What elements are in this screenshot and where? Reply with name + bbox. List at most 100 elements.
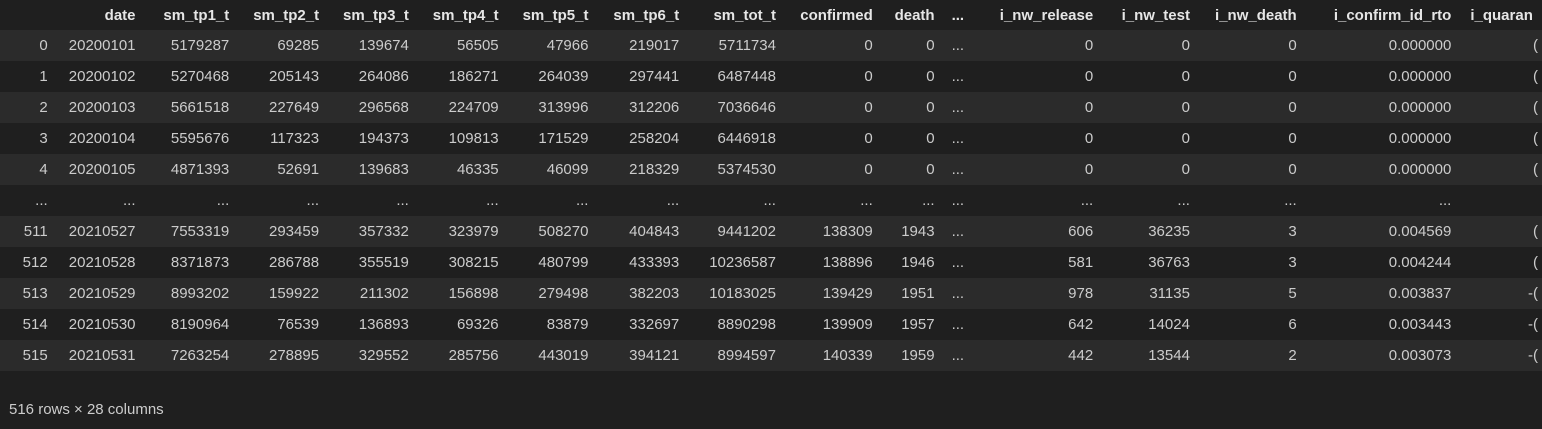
table-cell: 480799 (538, 254, 589, 271)
table-cell: 0 (1181, 130, 1190, 147)
table-row: 515 20210531 7263254 278895 329552 285756 4430… (0, 340, 1542, 371)
table-cell: 139683 (358, 161, 409, 178)
table-cell: 0.004244 (1388, 254, 1452, 271)
table-cell: 0 (864, 99, 873, 116)
table-cell: 138309 (822, 223, 873, 240)
table-row: 1 20200102 5270468 205143 264086 186271 264039… (0, 61, 1542, 92)
table-cell: ... (951, 223, 965, 240)
table-cell: ( (1533, 130, 1538, 147)
table-cell: 3 (1288, 254, 1297, 271)
table-cell: ... (396, 192, 409, 209)
table-cell: 0 (1288, 130, 1297, 147)
table-cell: ... (951, 285, 965, 302)
table-cell: 5661518 (170, 99, 230, 116)
table-cell: 46099 (546, 161, 589, 178)
table-cell: 31135 (1149, 285, 1190, 302)
table-cell: 0 (1084, 130, 1094, 147)
table-cell: 5179287 (170, 37, 230, 54)
table-cell: ... (951, 254, 965, 271)
table-cell: 5374530 (717, 161, 776, 178)
table-row: 3 20200104 5595676 117323 194373 109813 171529… (0, 123, 1542, 154)
table-cell: 0.000000 (1388, 161, 1452, 178)
table-cell: 394121 (629, 347, 680, 364)
row-index: 2 (39, 99, 48, 116)
table-cell: 0 (926, 130, 935, 147)
table-cell: 382203 (629, 285, 680, 302)
column-header: i_nw_release (999, 6, 1094, 24)
table-cell: 1957 (901, 316, 935, 333)
table-cell: ( (1533, 37, 1538, 54)
table-cell: ... (951, 99, 965, 116)
table-cell: ( (1533, 254, 1538, 271)
table-cell: 264039 (538, 68, 589, 85)
table-cell: ... (216, 192, 230, 209)
table-cell: 69326 (456, 316, 499, 333)
table-cell: 8993202 (170, 285, 230, 302)
table-cell: 171529 (538, 130, 589, 147)
table-cell: 109813 (448, 130, 499, 147)
table-cell: ... (306, 192, 320, 209)
table-cell: 136893 (358, 316, 409, 333)
table-cell: 69285 (277, 37, 320, 54)
table-cell: -( (1528, 316, 1538, 333)
table-cell: 293459 (269, 223, 320, 240)
column-header: i_quaran (1470, 6, 1533, 24)
column-header: date (104, 6, 136, 24)
row-index: 4 (39, 161, 48, 178)
table-cell: 0.004569 (1388, 223, 1452, 240)
table-cell: 8994597 (717, 347, 776, 364)
table-cell: 20210527 (68, 223, 136, 240)
table-cell: 5 (1288, 285, 1297, 302)
table-cell: 0.000000 (1388, 99, 1452, 116)
table-cell: 5595676 (170, 130, 230, 147)
table-cell: 6487448 (717, 68, 776, 85)
table-cell: 0 (926, 37, 935, 54)
row-index: 3 (39, 130, 48, 147)
table-cell: 0 (926, 68, 935, 85)
table-cell: 205143 (269, 68, 320, 85)
table-cell: ... (666, 192, 680, 209)
column-header: sm_tp5_t (522, 6, 589, 24)
table-cell: 52691 (277, 161, 320, 178)
table-cell: 47966 (546, 37, 589, 54)
table-cell: ... (575, 192, 589, 209)
table-cell: 642 (1068, 316, 1094, 333)
table-cell: 5711734 (718, 37, 776, 54)
row-index: 514 (22, 316, 48, 333)
table-cell: 20200105 (68, 161, 136, 178)
column-header: sm_tp3_t (343, 6, 409, 24)
table-cell: 0 (926, 99, 935, 116)
table-cell: ... (951, 68, 965, 85)
table-cell: ... (951, 37, 965, 54)
table-row: 511 20210527 7553319 293459 357332 323979 5082… (0, 216, 1542, 247)
table-cell: 0 (1288, 161, 1297, 178)
table-cell: 0.000000 (1388, 130, 1452, 147)
table-cell: ... (951, 161, 965, 178)
table-cell: 20210531 (68, 347, 136, 364)
row-index: 515 (22, 347, 48, 364)
table-cell: 508270 (538, 223, 589, 240)
column-header: i_confirm_id_rto (1333, 6, 1452, 24)
row-index: 0 (39, 37, 48, 54)
column-header: sm_tp6_t (613, 6, 680, 24)
table-cell: 0.000000 (1388, 68, 1452, 85)
table-cell: ... (1177, 192, 1190, 209)
table-row: 2 20200103 5661518 227649 296568 224709 313996… (0, 92, 1542, 123)
table-cell: ( (1533, 223, 1538, 240)
table-cell: 20210528 (68, 254, 136, 271)
column-header: death (894, 6, 935, 24)
table-cell: 36763 (1148, 254, 1190, 271)
table-cell: 443019 (538, 347, 589, 364)
table-cell: 313996 (538, 99, 589, 116)
table-cell: 0 (1288, 68, 1297, 85)
table-header: date sm_tp1_t sm_tp2_t sm_tp3_t sm_tp4_t sm_t… (0, 0, 1542, 30)
table-cell: 139674 (358, 37, 409, 54)
row-index: 513 (22, 285, 48, 302)
table-cell: 7263254 (170, 347, 230, 364)
table-cell: 36235 (1148, 223, 1190, 240)
table-cell: 14024 (1148, 316, 1190, 333)
table-cell: 139429 (822, 285, 873, 302)
table-cell: 83879 (546, 316, 589, 333)
table-cell: ... (951, 130, 965, 147)
table-cell: 0 (1181, 68, 1190, 85)
